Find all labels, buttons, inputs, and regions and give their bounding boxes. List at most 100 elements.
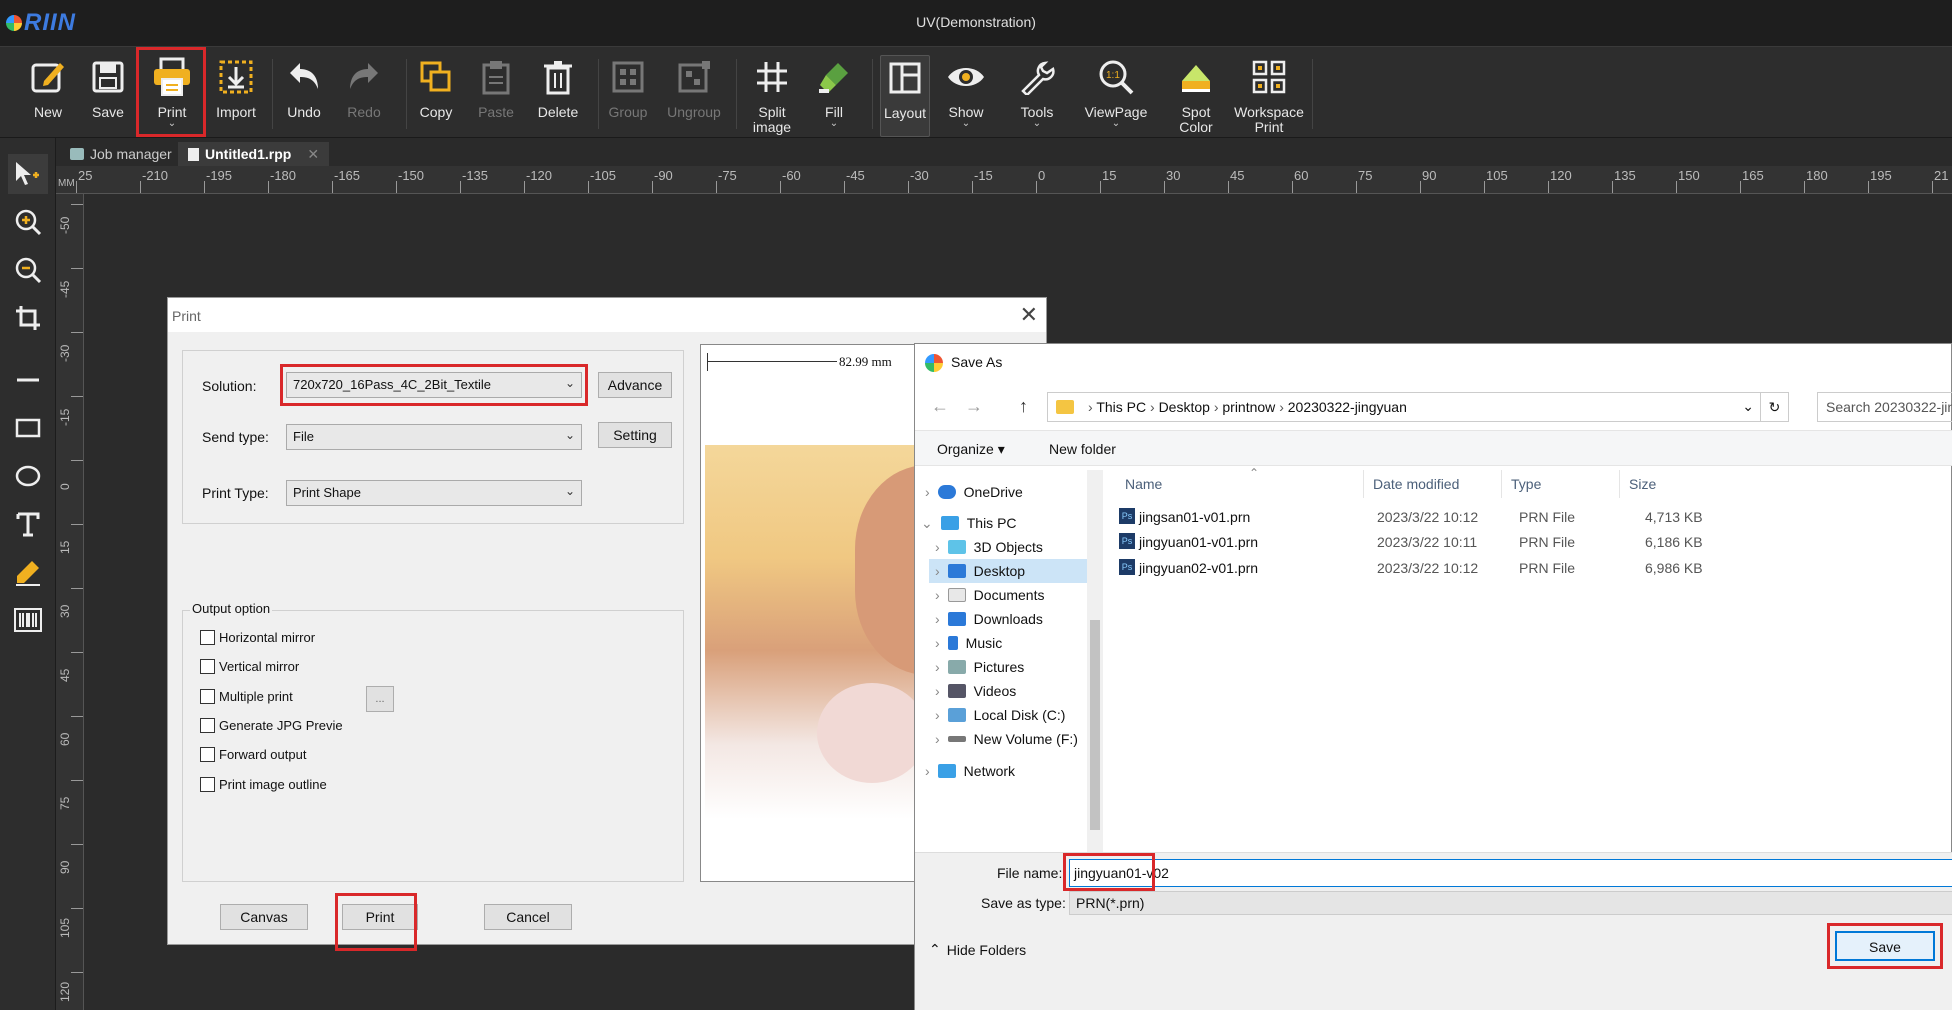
computer-icon	[940, 516, 959, 530]
file-type: PRN File	[1519, 509, 1576, 525]
text-tool-icon[interactable]	[8, 504, 48, 544]
search-input[interactable]: Search 20230322-jingyuan	[1817, 392, 1952, 422]
nav-item-this-pc[interactable]: ⌄ This PC	[921, 511, 1017, 535]
group-button[interactable]: Group	[604, 55, 652, 137]
forward-output-checkbox[interactable]: Forward output	[200, 747, 306, 762]
nav-item-local-disk[interactable]: › Local Disk (C:)	[935, 703, 1065, 727]
file-name-input[interactable]: jingyuan01-v02	[1069, 859, 1952, 887]
line-tool-icon[interactable]	[8, 360, 48, 400]
rectangle-tool-icon[interactable]	[8, 408, 48, 448]
save-type-label: Save as type:	[981, 895, 1066, 911]
column-header-size[interactable]: Size	[1629, 476, 1656, 492]
show-button[interactable]: Show ⌄	[940, 55, 992, 137]
column-header-date[interactable]: Date modified	[1373, 476, 1459, 492]
breadcrumb-current-folder[interactable]: 20230322-jingyuan	[1288, 399, 1407, 415]
nav-item-onedrive[interactable]: › OneDrive	[925, 480, 1023, 504]
ruler-label: -15	[974, 168, 993, 183]
nav-item-music[interactable]: › Music	[935, 631, 1002, 655]
chevron-down-icon: ⌄	[921, 514, 933, 531]
file-row[interactable]: Ps jingyuan02-v01.prn 2023/3/22 10:12 PR…	[1115, 557, 1945, 579]
chevron-down-icon: ⌄	[564, 428, 575, 442]
barcode-tool-icon[interactable]	[8, 600, 48, 640]
ruler-tick	[1420, 181, 1421, 193]
file-row[interactable]: Ps jingsan01-v01.prn 2023/3/22 10:12 PRN…	[1115, 506, 1945, 528]
tools-button[interactable]: Tools ⌄	[1012, 55, 1062, 137]
workspace-print-button[interactable]: Workspace Print	[1232, 55, 1306, 137]
undo-button[interactable]: Undo	[280, 55, 328, 137]
copy-label: Copy	[419, 104, 453, 120]
file-row[interactable]: Ps jingyuan01-v01.prn 2023/3/22 10:11 PR…	[1115, 531, 1945, 553]
crop-icon[interactable]	[8, 298, 48, 338]
refresh-icon[interactable]: ↻	[1760, 393, 1788, 421]
back-arrow-icon[interactable]: ←	[931, 396, 949, 417]
nav-item-videos[interactable]: › Videos	[935, 679, 1016, 703]
address-bar[interactable]: › This PC › Desktop › printnow › 2023032…	[1047, 392, 1789, 422]
tab-untitled1[interactable]: Untitled1.rpp ✕	[178, 142, 330, 166]
save-button[interactable]: Save	[84, 55, 132, 137]
nav-label: New Volume (F:)	[973, 731, 1078, 747]
hide-folders-button[interactable]: ⌃ Hide Folders	[929, 941, 1026, 958]
split-image-button[interactable]: Split image	[746, 55, 798, 137]
ungroup-label: Ungroup	[667, 104, 721, 120]
horizontal-mirror-checkbox[interactable]: Horizontal mirror	[200, 630, 315, 645]
up-arrow-icon[interactable]: ↑	[1019, 396, 1028, 417]
multiple-print-checkbox[interactable]: Multiple print	[200, 689, 293, 704]
ellipse-tool-icon[interactable]	[8, 456, 48, 496]
ruler-label: -165	[334, 168, 361, 183]
forward-arrow-icon[interactable]: →	[965, 396, 983, 417]
paste-button[interactable]: Paste	[472, 55, 520, 137]
new-folder-button[interactable]: New folder	[1049, 441, 1116, 457]
breadcrumb-desktop[interactable]: Desktop	[1159, 399, 1210, 415]
pen-tool-icon[interactable]	[8, 552, 48, 592]
sort-up-icon: ⌃	[1249, 466, 1260, 480]
breadcrumb-printnow[interactable]: printnow	[1222, 399, 1275, 415]
zoom-out-icon[interactable]	[8, 250, 48, 290]
nav-item-3d-objects[interactable]: › 3D Objects	[935, 535, 1043, 559]
organize-button[interactable]: Organize ▾	[937, 441, 1005, 458]
app-icon	[925, 354, 943, 372]
nav-item-downloads[interactable]: › Downloads	[935, 607, 1043, 631]
nav-item-network[interactable]: › Network	[925, 759, 1015, 783]
ungroup-button[interactable]: Ungroup	[664, 55, 724, 137]
copy-button[interactable]: Copy	[412, 55, 460, 137]
new-button[interactable]: New	[24, 55, 72, 137]
address-dropdown-icon[interactable]: ⌄	[1742, 398, 1754, 415]
solution-highlight	[280, 364, 588, 406]
nav-item-documents[interactable]: › Documents	[935, 583, 1044, 607]
close-tab-icon[interactable]: ✕	[307, 146, 319, 163]
nav-scrollbar[interactable]	[1087, 470, 1103, 852]
nav-item-desktop[interactable]: › Desktop	[929, 559, 1099, 583]
close-icon[interactable]: ✕	[1020, 302, 1038, 328]
save-type-select[interactable]: PRN(*.prn)	[1069, 891, 1952, 915]
cancel-button[interactable]: Cancel	[484, 904, 572, 930]
print-image-outline-checkbox[interactable]: Print image outline	[200, 777, 327, 792]
print-type-select[interactable]: Print Shape ⌄	[286, 480, 582, 506]
canvas-button[interactable]: Canvas	[220, 904, 308, 930]
spot-color-button[interactable]: Spot Color	[1170, 55, 1222, 137]
ruler-label: 195	[1870, 168, 1892, 183]
multiple-print-options-button[interactable]: ...	[366, 686, 394, 712]
setting-button[interactable]: Setting	[598, 422, 672, 448]
breadcrumb-this-pc[interactable]: This PC	[1096, 399, 1146, 415]
column-header-type[interactable]: Type	[1511, 476, 1541, 492]
tab-job-manager[interactable]: Job manager	[60, 142, 182, 166]
delete-button[interactable]: Delete	[532, 55, 584, 137]
generate-jpg-preview-checkbox[interactable]: Generate JPG Previe	[200, 718, 343, 733]
nav-item-pictures[interactable]: › Pictures	[935, 655, 1024, 679]
import-button[interactable]: Import	[208, 55, 264, 137]
nav-item-new-volume[interactable]: › New Volume (F:)	[935, 727, 1078, 751]
send-type-select[interactable]: File ⌄	[286, 424, 582, 450]
spot-color-label-2: Color	[1179, 119, 1213, 135]
nav-scrollbar-thumb[interactable]	[1090, 620, 1100, 830]
fill-button[interactable]: Fill ⌄	[808, 55, 860, 137]
vertical-mirror-checkbox[interactable]: Vertical mirror	[200, 659, 299, 674]
redo-button[interactable]: Redo	[340, 55, 388, 137]
advance-button[interactable]: Advance	[598, 372, 672, 398]
layout-button[interactable]: Layout	[880, 55, 930, 137]
viewpage-button[interactable]: 1:1 ViewPage ⌄	[1082, 55, 1150, 137]
zoom-in-icon[interactable]	[8, 202, 48, 242]
floppy-icon	[86, 55, 130, 99]
select-tool-icon[interactable]	[8, 154, 48, 194]
column-header-name[interactable]: Name	[1125, 476, 1162, 492]
file-name: jingsan01-v01.prn	[1139, 509, 1251, 525]
